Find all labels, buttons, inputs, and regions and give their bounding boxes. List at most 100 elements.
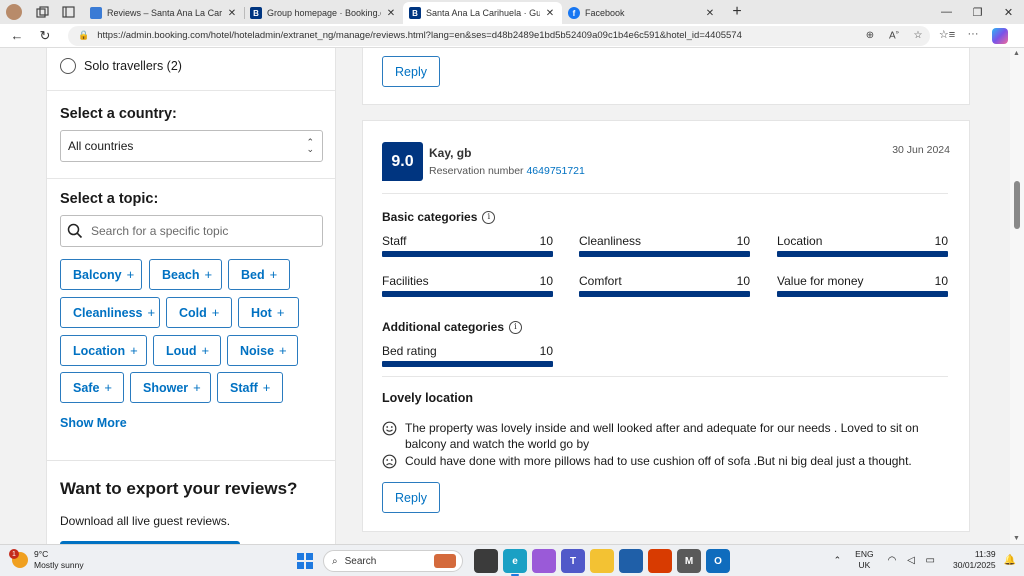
export-subtitle: Download all live guest reviews. (60, 514, 231, 528)
show-more-link[interactable]: Show More (60, 416, 127, 430)
app-m-icon[interactable]: M (677, 549, 701, 573)
edge-icon[interactable]: e (503, 549, 527, 576)
copilot-icon[interactable] (992, 27, 1008, 44)
reservation-info: Reservation number 4649751721 (429, 165, 585, 177)
weather-desc: Mostly sunny (34, 560, 84, 570)
zoom-icon[interactable]: ⊕ (858, 30, 882, 41)
topic-chip-safe[interactable]: Safe + (60, 372, 124, 403)
page-scrollbar[interactable]: ▲ ▼ (1010, 48, 1024, 544)
reservation-number-link[interactable]: 4649751721 (526, 165, 584, 177)
system-tray: ⌃ ENG UK ◠ ◁ ▭ 11:39 30/01/2025 🔔 (834, 549, 1016, 571)
more-menu-icon[interactable]: ··· (960, 28, 986, 44)
info-icon[interactable]: i (509, 320, 523, 334)
plus-icon: + (279, 343, 287, 358)
review-date: 30 Jun 2024 (892, 144, 950, 156)
topic-chip-hot[interactable]: Hot + (238, 297, 299, 328)
file-explorer-icon[interactable] (590, 549, 614, 573)
taskbar-search[interactable]: ⌕ Search (323, 550, 463, 572)
close-icon[interactable]: ✕ (544, 8, 556, 19)
topic-chip-cold[interactable]: Cold + (166, 297, 232, 328)
topic-chip-noise[interactable]: Noise + (227, 335, 298, 366)
read-aloud-icon[interactable]: A» (882, 30, 906, 41)
minimize-icon[interactable]: — (931, 0, 962, 24)
clock[interactable]: 11:39 30/01/2025 (953, 549, 996, 571)
review-headline: Lovely location (382, 391, 473, 405)
scrollbar-thumb[interactable] (1014, 181, 1020, 229)
notification-bell-icon[interactable]: 🔔 (1004, 555, 1016, 566)
favorites-list-icon[interactable]: ☆≡ (934, 28, 960, 44)
review-card: 9.0 Kay, gb Reservation number 464975172… (362, 120, 970, 532)
topic-chip-bed[interactable]: Bed + (228, 259, 290, 290)
topic-chip-shower[interactable]: Shower + (130, 372, 211, 403)
clock-date: 30/01/2025 (953, 560, 996, 570)
new-tab-button[interactable]: + (726, 3, 748, 21)
score-bar-fill (382, 291, 553, 297)
close-icon[interactable]: ✕ (704, 8, 716, 19)
favorite-star-icon[interactable]: ☆ (906, 30, 930, 41)
country-select-value: All countries (68, 139, 134, 153)
refresh-icon[interactable]: ↻ (34, 26, 56, 46)
category-comfort: Comfort 10 (579, 274, 750, 297)
topic-chip-balcony[interactable]: Balcony + (60, 259, 142, 290)
windows-taskbar: 1 9°C Mostly sunny ⌕ Search e T M O ⌃ EN… (0, 544, 1024, 576)
store-icon[interactable] (619, 549, 643, 573)
topic-label: Beach (162, 267, 200, 282)
topic-chip-staff[interactable]: Staff + (217, 372, 283, 403)
topic-chip-beach[interactable]: Beach + (149, 259, 222, 290)
category-cleanliness: Cleanliness 10 (579, 234, 750, 257)
back-arrow-icon[interactable]: ← (6, 26, 28, 46)
workspaces-icon[interactable] (32, 3, 52, 21)
lang-region: UK (858, 560, 871, 570)
pinned-apps: e T M O (474, 549, 735, 576)
url-text[interactable]: https://admin.booking.com/hotel/hoteladm… (97, 30, 858, 41)
country-select[interactable]: All countries ⌃ ⌄ (60, 130, 323, 162)
topic-label: Cold (179, 305, 207, 320)
frown-icon (382, 454, 397, 469)
task-view-icon[interactable] (474, 549, 498, 573)
wifi-volume-battery-icon[interactable]: ◠ ◁ ▭ (888, 555, 939, 566)
chevron-up-icon[interactable]: ⌃ (834, 555, 842, 566)
topic-chip-loud[interactable]: Loud + (153, 335, 221, 366)
topic-chip-location[interactable]: Location + (60, 335, 147, 366)
score-bar (382, 251, 553, 257)
copilot-app-icon[interactable] (532, 549, 556, 573)
close-icon[interactable]: ✕ (385, 8, 397, 19)
divider (47, 90, 335, 91)
reply-button[interactable]: Reply (382, 56, 440, 87)
tab-actions-icon[interactable] (58, 3, 78, 21)
topic-search-input[interactable] (91, 224, 311, 238)
reply-button[interactable]: Reply (382, 482, 440, 513)
tab-group-homepage[interactable]: B Group homepage · Booking.com ✕ (244, 2, 403, 24)
close-window-icon[interactable]: ✕ (993, 0, 1024, 24)
windows-start-icon[interactable] (297, 553, 313, 569)
topic-chip-cleanliness[interactable]: Cleanliness + (60, 297, 160, 328)
teams-icon[interactable]: T (561, 549, 585, 573)
address-bar[interactable]: 🔒 https://admin.booking.com/hotel/hotela… (68, 25, 930, 46)
language-indicator[interactable]: ENG UK (855, 549, 873, 571)
weather-widget[interactable]: 1 9°C Mostly sunny (9, 549, 84, 571)
score-bar (777, 291, 948, 297)
score-bar-fill (382, 251, 553, 257)
scroll-down-icon[interactable]: ▼ (1013, 535, 1020, 542)
tab-reviews[interactable]: Reviews – Santa Ana La Carihuela ✕ (84, 2, 244, 24)
topic-search-box[interactable] (60, 215, 323, 247)
close-icon[interactable]: ✕ (226, 8, 238, 19)
tab-facebook[interactable]: f Facebook ✕ (562, 2, 722, 24)
positive-comment: The property was lovely inside and well … (382, 420, 952, 452)
solo-travellers-option[interactable]: Solo travellers (2) (60, 58, 182, 74)
tab-guest-reviews[interactable]: B Santa Ana La Carihuela · Guest re ✕ (403, 2, 562, 24)
scroll-up-icon[interactable]: ▲ (1013, 50, 1020, 57)
plus-icon: + (269, 267, 278, 282)
plus-icon: + (193, 380, 201, 395)
category-staff: Staff 10 (382, 234, 553, 257)
category-value-for-money: Value for money 10 (777, 274, 948, 297)
outlook-icon[interactable]: O (706, 549, 730, 573)
info-icon[interactable]: i (482, 210, 496, 224)
topic-label: Balcony (73, 267, 122, 282)
restore-icon[interactable]: ❐ (962, 0, 993, 24)
radio-button[interactable] (60, 58, 76, 74)
profile-avatar[interactable] (6, 4, 22, 20)
lang-code: ENG (855, 549, 874, 559)
office-icon[interactable] (648, 549, 672, 573)
topic-label: Hot (251, 305, 272, 320)
